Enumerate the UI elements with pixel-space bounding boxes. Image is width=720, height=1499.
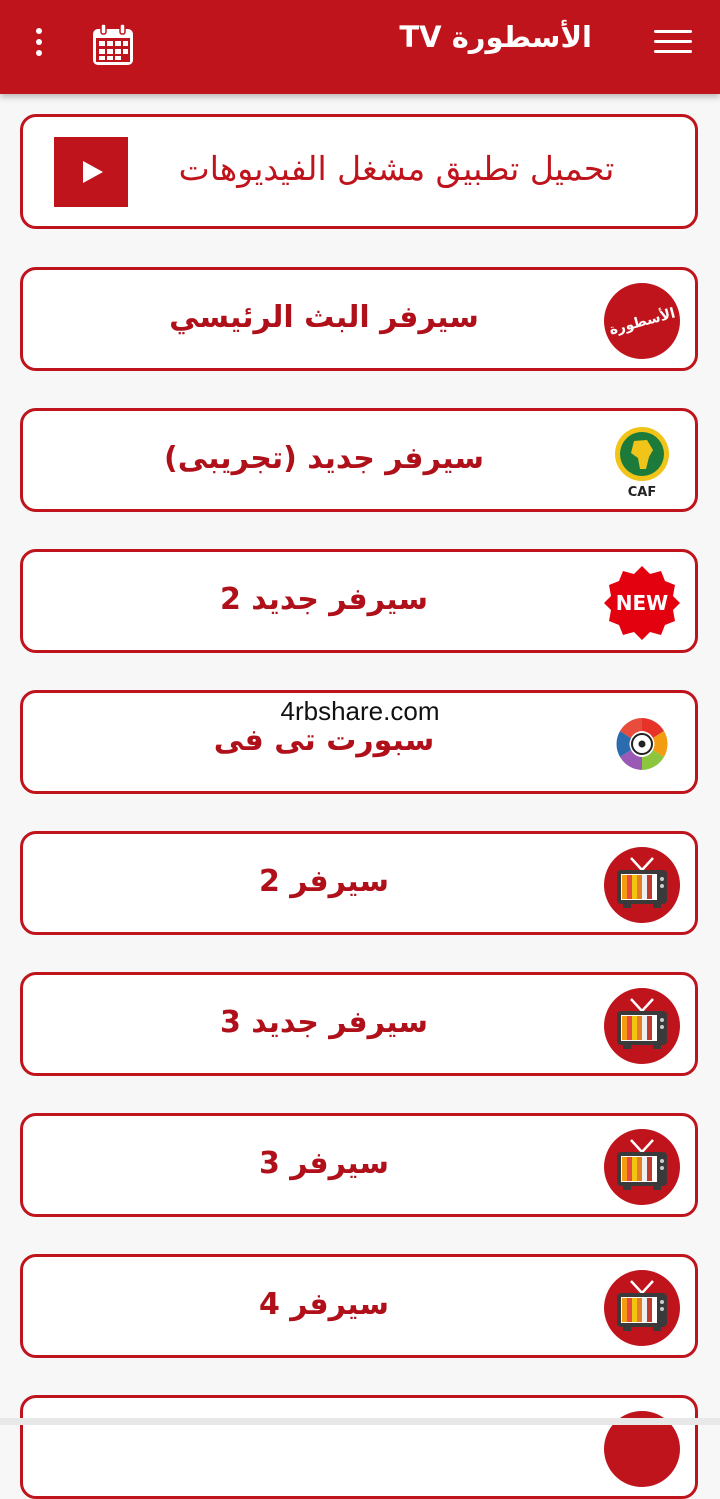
server-2-button[interactable]: سيرفر 2 bbox=[20, 831, 698, 935]
server-4-button[interactable]: سيرفر 4 bbox=[20, 1254, 698, 1358]
server-new-3-button[interactable]: سيرفر جديد 3 bbox=[20, 972, 698, 1076]
bottom-edge bbox=[0, 1418, 720, 1425]
server-label: سيرفر جديد (تجريبى) bbox=[164, 441, 484, 476]
caf-logo-icon: CAF bbox=[615, 427, 669, 500]
server-label: سبورت تى فى bbox=[213, 723, 435, 758]
svg-text:NEW: NEW bbox=[616, 591, 668, 615]
watermark-text: 4rbshare.com bbox=[280, 696, 440, 726]
server-new-2-button[interactable]: سيرفر جديد 2 NEW bbox=[20, 549, 698, 653]
server-3-button[interactable]: سيرفر 3 bbox=[20, 1113, 698, 1217]
menu-icon[interactable] bbox=[654, 30, 692, 60]
server-label: سيرفر جديد 2 bbox=[219, 582, 429, 617]
app-title: الأسطورة TV bbox=[399, 20, 592, 54]
ostora-logo-icon: الأسطورة bbox=[604, 283, 680, 359]
server-label: سيرفر البث الرئيسي bbox=[169, 300, 479, 335]
play-icon bbox=[54, 137, 128, 207]
more-vert-icon[interactable] bbox=[28, 28, 50, 64]
app-bar: الأسطورة TV bbox=[0, 0, 720, 94]
tv-icon bbox=[604, 1270, 680, 1346]
server-new-trial-button[interactable]: سيرفر جديد (تجريبى) CAF bbox=[20, 408, 698, 512]
calendar-icon[interactable] bbox=[90, 22, 136, 68]
server-main-button[interactable]: سيرفر البث الرئيسي الأسطورة bbox=[20, 267, 698, 371]
download-player-button[interactable]: تحميل تطبيق مشغل الفيديوهات bbox=[20, 114, 698, 229]
new-badge-icon: NEW bbox=[604, 566, 680, 640]
server-label: سيرفر 2 bbox=[258, 864, 390, 899]
tv-icon bbox=[604, 1129, 680, 1205]
svg-text:CAF: CAF bbox=[628, 485, 656, 500]
server-label: سيرفر 3 bbox=[258, 1146, 390, 1181]
tv-icon bbox=[604, 847, 680, 923]
tv-icon bbox=[604, 988, 680, 1064]
server-label: سيرفر جديد 3 bbox=[219, 1005, 429, 1040]
server-next-button[interactable] bbox=[20, 1395, 698, 1499]
download-player-label: تحميل تطبيق مشغل الفيديوهات bbox=[178, 149, 615, 188]
server-label: سيرفر 4 bbox=[258, 1287, 390, 1322]
